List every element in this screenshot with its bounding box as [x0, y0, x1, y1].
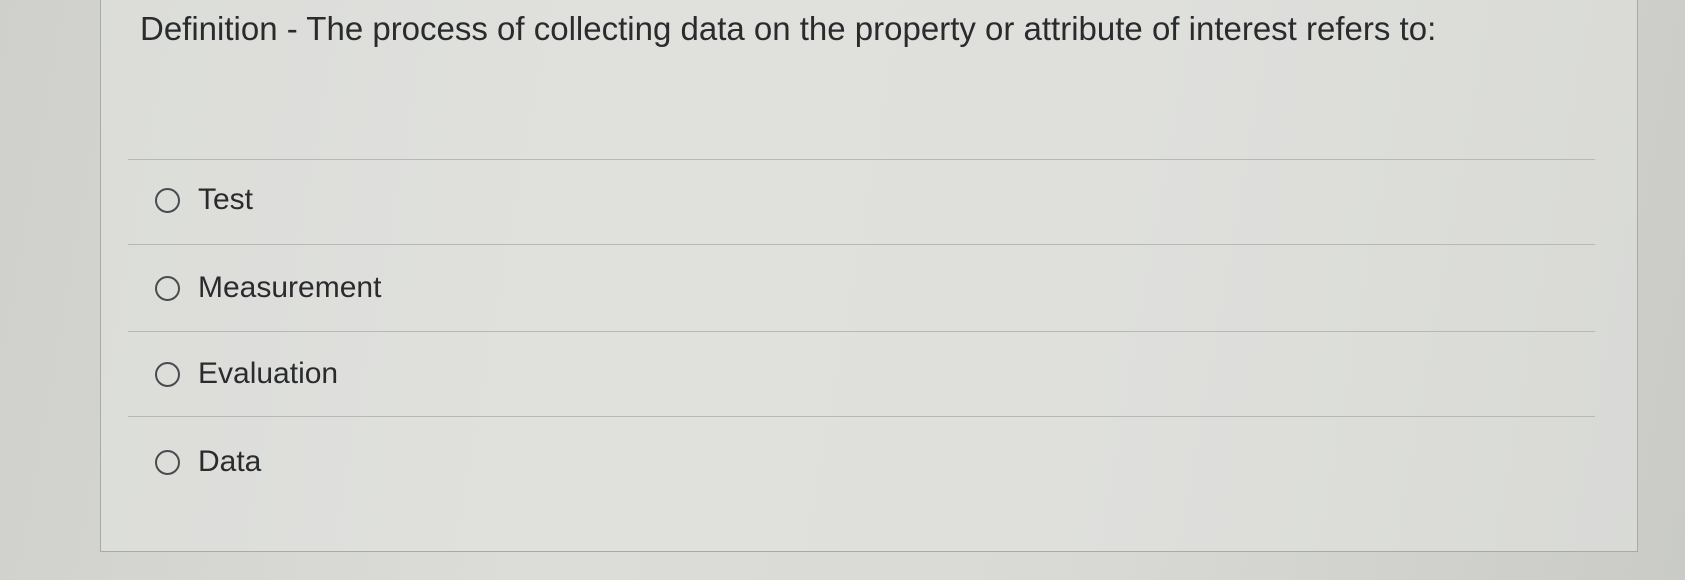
- divider: [128, 331, 1595, 332]
- divider: [128, 416, 1595, 417]
- answer-option-data[interactable]: Data: [155, 442, 261, 482]
- question-text: Definition - The process of collecting d…: [140, 10, 1437, 47]
- radio-button[interactable]: [155, 275, 180, 301]
- option-label: Data: [198, 445, 262, 478]
- radio-button[interactable]: [155, 361, 180, 387]
- option-label: Test: [198, 183, 254, 216]
- answer-option-measurement[interactable]: Measurement: [155, 268, 381, 308]
- answer-option-test[interactable]: Test: [155, 180, 253, 220]
- divider: [128, 159, 1595, 160]
- answer-option-evaluation[interactable]: Evaluation: [155, 354, 338, 394]
- divider: [128, 244, 1595, 245]
- radio-button[interactable]: [155, 449, 180, 475]
- option-label: Measurement: [198, 271, 382, 304]
- radio-button[interactable]: [155, 187, 180, 213]
- option-label: Evaluation: [198, 357, 339, 390]
